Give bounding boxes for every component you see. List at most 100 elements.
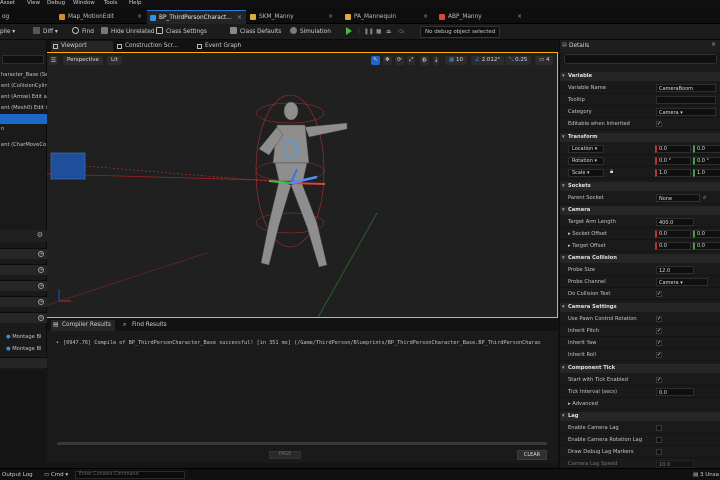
tab-bp-thirdpersoncharacter[interactable]: BP_ThirdPersonCharact... × <box>147 10 246 24</box>
find-button[interactable]: Find <box>72 26 94 38</box>
clear-button[interactable]: CLEAR <box>517 450 547 460</box>
target-arm-input[interactable]: 400.0 <box>656 218 694 226</box>
section-functions[interactable]: + <box>0 264 47 275</box>
select-tool-button[interactable]: ↖ <box>371 56 380 65</box>
parent-socket-input[interactable]: None <box>656 194 700 202</box>
pause-icon[interactable]: ❚❚ <box>364 26 374 38</box>
search-icon[interactable]: ⌕ <box>703 194 706 202</box>
tab-pa-mannequin[interactable]: PA_Mannequin × <box>342 10 432 24</box>
menu-view[interactable]: View <box>27 0 40 7</box>
component-follow-camera[interactable]: n <box>0 125 47 134</box>
camera-speed-button[interactable]: ▭ 4 <box>535 56 554 65</box>
component-camera-boom[interactable] <box>0 114 47 124</box>
lit-button[interactable]: Lit <box>107 56 122 65</box>
world-space-button[interactable]: ◍ <box>420 56 429 65</box>
tab-construction-script[interactable]: Construction Scr... <box>115 41 193 52</box>
section-camera[interactable]: Camera <box>560 206 720 215</box>
grid-snap-button[interactable]: ▦ 10 <box>445 56 467 65</box>
component-mesh[interactable]: ent (Mesh0) Edit in C <box>0 104 47 113</box>
page-button[interactable]: PAGE <box>269 451 301 459</box>
start-tick-checkbox[interactable]: ✓ <box>656 377 662 383</box>
socket-offset-y-input[interactable]: 0.0 <box>693 230 720 238</box>
section-variables[interactable]: + <box>0 296 47 307</box>
probe-size-input[interactable]: 12.0 <box>656 266 694 274</box>
horizontal-scrollbar[interactable] <box>57 442 547 445</box>
stop-icon[interactable]: ■ <box>376 26 381 38</box>
variable-name-input[interactable]: CameraBoom <box>656 84 716 92</box>
tab-viewport[interactable]: Viewport <box>51 41 113 52</box>
draw-debug-lag-checkbox[interactable] <box>656 449 662 455</box>
probe-channel-select[interactable]: Camera ▾ <box>656 278 708 286</box>
tab-compiler-results[interactable]: ▤ Compiler Results <box>51 320 115 331</box>
close-icon[interactable]: × <box>711 41 716 48</box>
menu-window[interactable]: Window <box>73 0 95 7</box>
montage-item-2[interactable]: ● Montage Bl <box>0 345 47 354</box>
section-sockets[interactable]: Sockets <box>560 182 720 191</box>
close-icon[interactable]: × <box>517 10 522 24</box>
compile-button[interactable]: pile ▾ <box>0 26 15 38</box>
component-search-input[interactable] <box>2 55 44 64</box>
viewport[interactable]: ☰ Perspective Lit ↖ ✥ ⟳ ⤢ ◍ ⤓ ▦ 10 ∠ 2.0… <box>47 52 558 318</box>
close-icon[interactable]: × <box>423 10 428 24</box>
surface-snap-button[interactable]: ⤓ <box>433 56 440 65</box>
play-icon[interactable] <box>346 27 352 35</box>
scale-snap-button[interactable]: ⤡ 0.25 <box>505 56 532 65</box>
category-select[interactable]: Camera ▾ <box>656 108 716 116</box>
section-lag[interactable]: Lag <box>560 412 720 421</box>
enable-lag-checkbox[interactable] <box>656 425 662 431</box>
tab-abp-manny[interactable]: ABP_Manny × <box>436 10 526 24</box>
section-local-variables[interactable] <box>0 357 47 368</box>
add-icon[interactable]: + <box>38 267 44 273</box>
section-camera-settings[interactable]: Camera Settings <box>560 303 720 312</box>
tooltip-input[interactable] <box>656 96 716 104</box>
location-y-input[interactable]: 0.0 <box>693 145 720 153</box>
target-offset-x-input[interactable]: 0.0 <box>655 242 691 250</box>
socket-offset-x-input[interactable]: 0.0 <box>655 230 691 238</box>
section-camera-collision[interactable]: Camera Collision <box>560 254 720 263</box>
lag-speed-input[interactable]: 10.0 <box>656 460 694 468</box>
unsaved-indicator[interactable]: ▤ 3 Unsa <box>693 469 719 480</box>
inherit-pitch-checkbox[interactable]: ✓ <box>656 328 662 334</box>
target-offset-y-input[interactable]: 0.0 <box>693 242 720 250</box>
add-icon[interactable]: + <box>38 283 44 289</box>
scale-x-input[interactable]: 1.0 <box>655 169 691 177</box>
collision-test-checkbox[interactable]: ✓ <box>656 291 662 297</box>
use-pawn-control-checkbox[interactable]: ✓ <box>656 316 662 322</box>
class-settings-button[interactable]: Class Settings <box>156 26 207 38</box>
viewport-options-button[interactable]: ☰ <box>49 56 58 65</box>
tab-find-results[interactable]: ⌕ Find Results <box>121 320 177 331</box>
component-char-movement[interactable]: ent (CharMoveCo <box>0 141 47 150</box>
rotation-x-input[interactable]: 0.0 ° <box>655 157 691 165</box>
tab-event-graph[interactable]: Event Graph <box>195 41 255 52</box>
scale-y-input[interactable]: 1.0 <box>693 169 720 177</box>
details-search-input[interactable] <box>564 54 717 64</box>
play-options-icon[interactable]: ⋮ <box>356 26 362 38</box>
montage-item-1[interactable]: ● Montage Bl <box>0 333 47 342</box>
menu-tools[interactable]: Tools <box>104 0 118 7</box>
section-macros[interactable]: + <box>0 280 47 291</box>
location-dropdown[interactable]: Location ▾ <box>568 145 604 153</box>
output-log-button[interactable]: Output Log <box>2 469 33 480</box>
section-event-dispatchers[interactable]: + <box>0 312 47 323</box>
console-command-input[interactable]: Enter Console Command <box>75 471 185 479</box>
simulation-button[interactable]: Simulation <box>290 26 331 38</box>
rotation-y-input[interactable]: 0.0 ° <box>693 157 720 165</box>
prop-advanced[interactable]: ▸ Advanced <box>560 398 720 410</box>
debug-object-select[interactable]: No debug object selected ▾ <box>420 26 500 45</box>
tab-output-log[interactable]: og <box>0 10 50 24</box>
rotation-snap-button[interactable]: ∠ 2.012° <box>471 56 505 65</box>
rotation-dropdown[interactable]: Rotation ▾ <box>568 157 604 165</box>
menu-help[interactable]: Help <box>129 0 142 7</box>
add-icon[interactable]: + <box>38 299 44 305</box>
close-icon[interactable]: × <box>237 11 242 25</box>
component-arrow[interactable]: ent (Arrow) Edit a <box>0 93 47 102</box>
component-self[interactable]: haracter_Base (Self) <box>0 71 47 80</box>
section-graphs[interactable]: + <box>0 248 47 259</box>
scale-tool-button[interactable]: ⤢ <box>407 56 416 65</box>
tick-interval-input[interactable]: 0.0 <box>656 388 694 396</box>
lock-icon[interactable]: 🔒︎ <box>610 168 613 176</box>
step-icon[interactable]: ⤼ <box>398 26 404 38</box>
enable-rotation-lag-checkbox[interactable] <box>656 437 662 443</box>
tab-skm-manny[interactable]: SKM_Manny × <box>247 10 337 24</box>
diff-button[interactable]: Diff ▾ <box>33 26 58 38</box>
